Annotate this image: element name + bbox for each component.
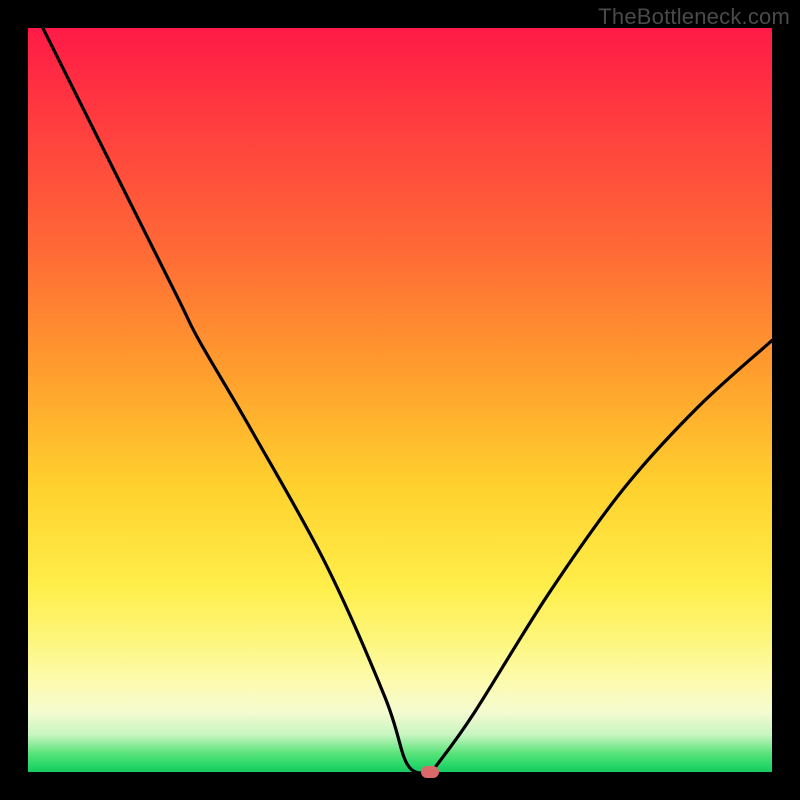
watermark-text: TheBottleneck.com	[598, 4, 790, 30]
bottleneck-curve	[28, 28, 772, 772]
chart-frame: TheBottleneck.com	[0, 0, 800, 800]
optimal-point-marker	[421, 766, 439, 778]
plot-area	[28, 28, 772, 772]
